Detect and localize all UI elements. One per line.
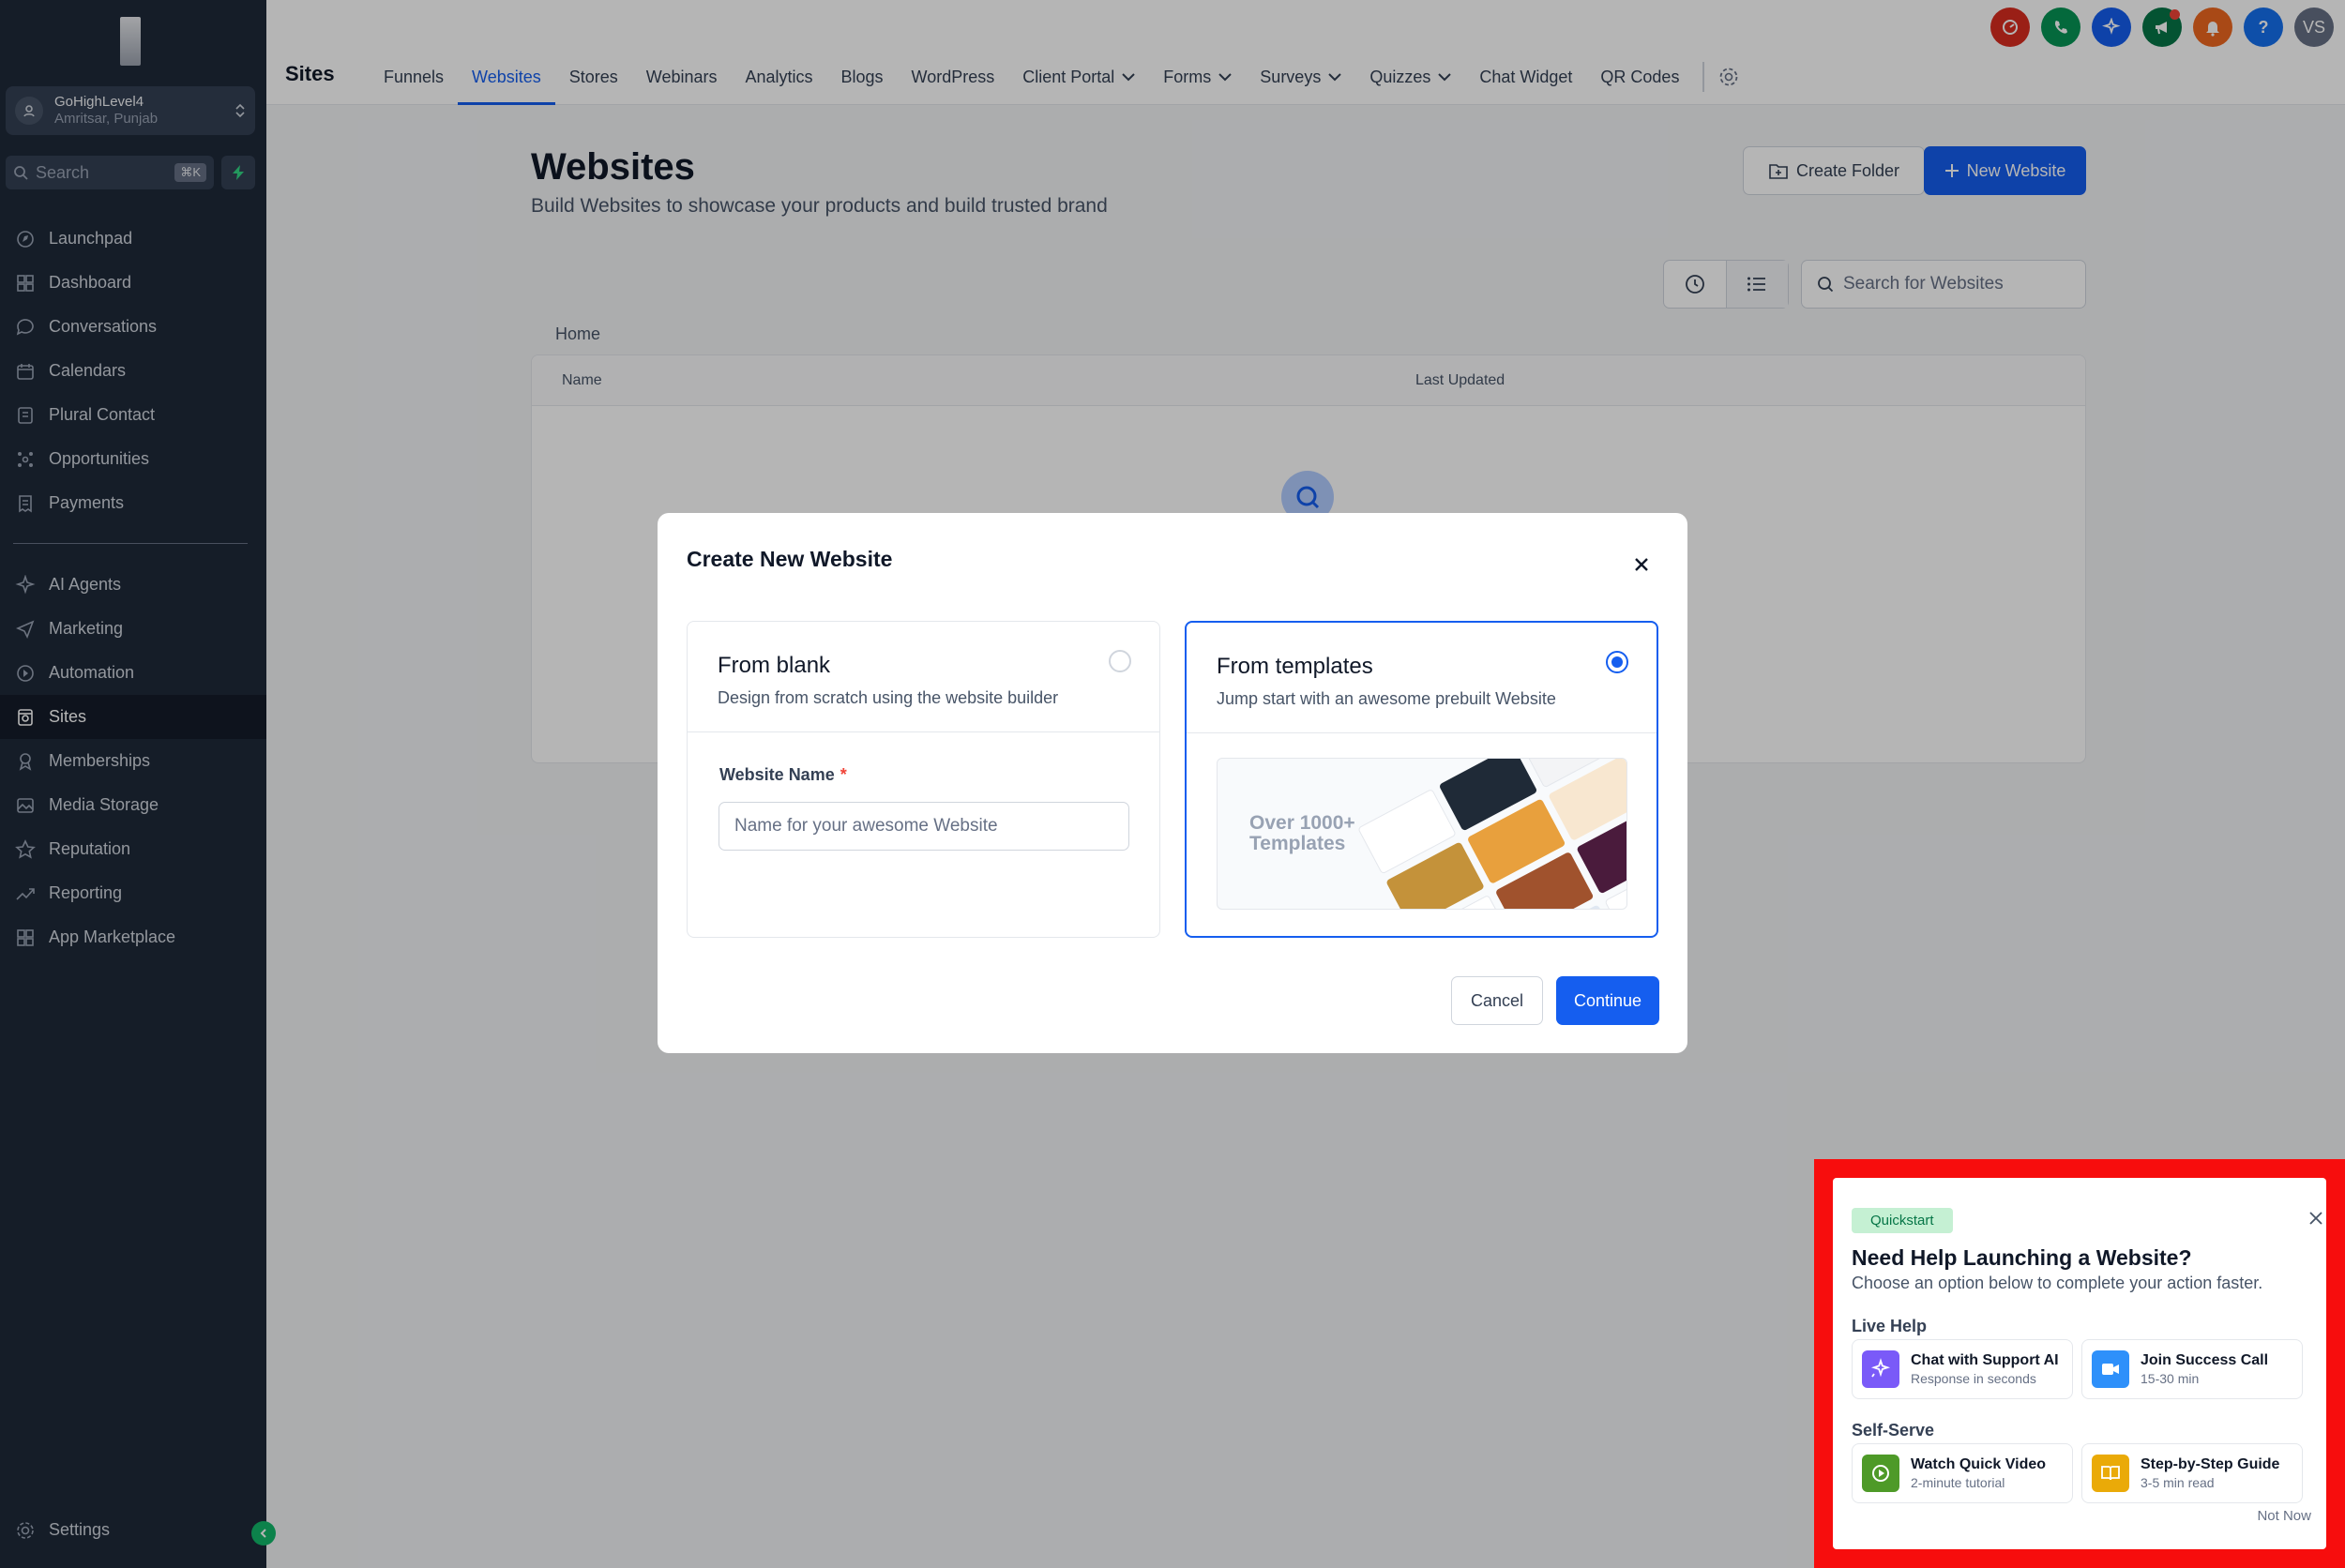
quickstart-panel: Quickstart Need Help Launching a Website…: [1833, 1178, 2326, 1549]
quickstart-card-step-by-step-guide[interactable]: Step-by-Step Guide 3-5 min read: [2081, 1443, 2303, 1503]
close-icon: [1633, 556, 1650, 573]
radio-from-blank[interactable]: [1109, 650, 1131, 672]
quickstart-badge: Quickstart: [1852, 1208, 1953, 1233]
templates-preview-image: Over 1000+ Templates: [1217, 758, 1627, 910]
play-circle-icon: [1862, 1455, 1899, 1492]
modal-title: Create New Website: [687, 547, 893, 571]
option-description: Jump start with an awesome prebuilt Webs…: [1217, 689, 1556, 708]
quickstart-highlight: Quickstart Need Help Launching a Website…: [1814, 1159, 2345, 1568]
card-title: Step-by-Step Guide: [2141, 1456, 2280, 1473]
field-label-text: Website Name: [719, 765, 835, 784]
card-subtitle: Response in seconds: [1911, 1370, 2036, 1386]
required-mark: *: [840, 765, 847, 784]
option-description: Design from scratch using the website bu…: [718, 688, 1059, 707]
option-from-templates[interactable]: From templates Jump start with an awesom…: [1185, 621, 1658, 938]
live-help-heading: Live Help: [1852, 1317, 1928, 1335]
quickstart-title: Need Help Launching a Website?: [1852, 1245, 2192, 1270]
card-subtitle: 2-minute tutorial: [1911, 1474, 2005, 1490]
card-title: Watch Quick Video: [1911, 1456, 2047, 1473]
option-title: From templates: [1217, 654, 1373, 679]
quickstart-close-button[interactable]: [2306, 1208, 2326, 1229]
card-title: Join Success Call: [2141, 1352, 2269, 1369]
continue-button[interactable]: Continue: [1556, 976, 1659, 1025]
quickstart-subtitle: Choose an option below to complete your …: [1852, 1274, 2263, 1292]
modal-close-button[interactable]: [1627, 550, 1656, 579]
option-title: From blank: [718, 653, 831, 678]
book-icon: [2092, 1455, 2129, 1492]
create-website-modal: Create New Website From blank Design fro…: [658, 513, 1687, 1053]
ai-sparkle-icon: [1862, 1350, 1899, 1388]
cancel-button[interactable]: Cancel: [1451, 976, 1543, 1025]
quickstart-card-watch-quick-video[interactable]: Watch Quick Video 2-minute tutorial: [1852, 1443, 2073, 1503]
card-subtitle: 15-30 min: [2141, 1370, 2200, 1386]
video-camera-icon: [2092, 1350, 2129, 1388]
quickstart-card-chat-with-support-ai[interactable]: Chat with Support AI Response in seconds: [1852, 1339, 2073, 1399]
self-serve-heading: Self-Serve: [1852, 1421, 1935, 1440]
close-icon: [2308, 1211, 2323, 1226]
not-now-button[interactable]: Not Now: [2257, 1508, 2311, 1524]
quickstart-card-join-success-call[interactable]: Join Success Call 15-30 min: [2081, 1339, 2303, 1399]
card-subtitle: 3-5 min read: [2141, 1474, 2215, 1490]
template-thumbnails: [1327, 759, 1626, 909]
radio-from-templates[interactable]: [1606, 651, 1628, 673]
option-from-blank[interactable]: From blank Design from scratch using the…: [687, 621, 1160, 938]
website-name-label: Website Name *: [719, 765, 847, 785]
card-title: Chat with Support AI: [1911, 1352, 2059, 1369]
website-name-input[interactable]: [719, 802, 1129, 851]
templates-line-2: Templates: [1249, 833, 1346, 855]
